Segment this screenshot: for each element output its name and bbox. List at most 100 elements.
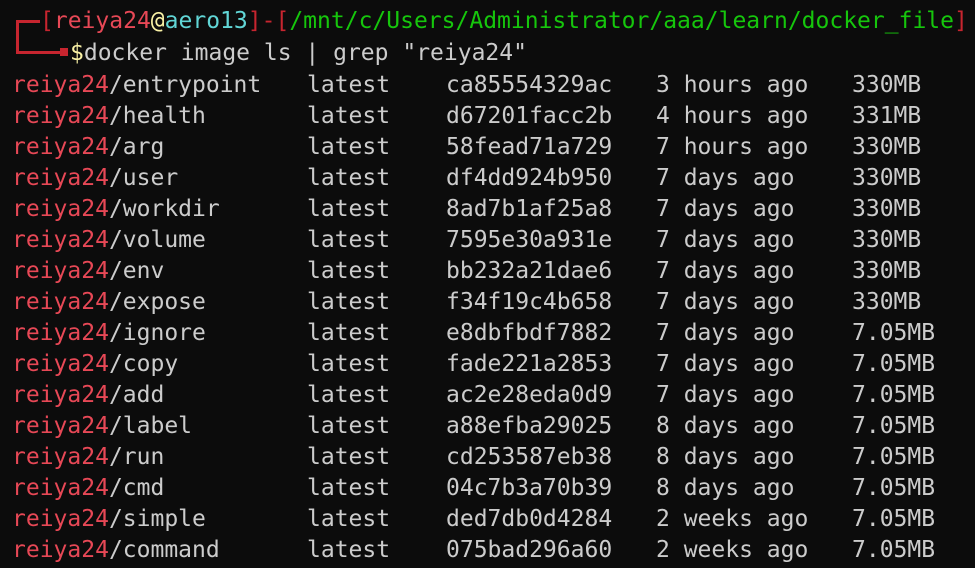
image-created: 2 weeks ago — [656, 537, 809, 563]
image-repo-name: /entrypoint — [108, 72, 262, 98]
command-line[interactable]: $docker image ls | grep "reiya24" — [14, 38, 527, 69]
image-repository: reiya24/volume — [12, 225, 206, 256]
image-size: 330MB — [852, 134, 922, 160]
image-tag: latest — [307, 320, 391, 346]
image-created: 4 hours ago — [656, 103, 809, 129]
image-size: 331MB — [852, 103, 922, 129]
image-repo-name: /ignore — [108, 320, 206, 346]
image-row: reiya24/label latest a88efba29025 8 days ag… — [12, 411, 972, 442]
image-repository: reiya24/user — [12, 163, 178, 194]
prompt-dollar: $ — [70, 40, 84, 66]
image-repo-name: /simple — [108, 506, 206, 532]
image-repo-user: reiya24 — [12, 258, 109, 284]
image-repository: reiya24/copy — [12, 349, 178, 380]
image-repository: reiya24/expose — [12, 287, 206, 318]
image-row: reiya24/env latest bb232a21dae6 7 days ago 3… — [12, 256, 972, 287]
image-repo-user: reiya24 — [12, 134, 109, 160]
image-repo-user: reiya24 — [12, 72, 109, 98]
image-size: 330MB — [852, 165, 922, 191]
terminal-window[interactable]: [reiya24@aero13]-[/mnt/c/Users/Administr… — [0, 0, 975, 568]
image-repository: reiya24/command — [12, 535, 220, 566]
image-repo-user: reiya24 — [12, 506, 109, 532]
image-tag: latest — [307, 258, 391, 284]
image-id: ac2e28eda0d9 — [446, 382, 613, 408]
image-repo-user: reiya24 — [12, 537, 109, 563]
image-id: 7595e30a931e — [446, 227, 613, 253]
image-repo-name: /add — [108, 382, 165, 408]
prompt-dash: - — [261, 8, 276, 34]
image-tag: latest — [307, 444, 391, 470]
image-row: reiya24/ignore latest e8dbfbdf7882 7 days a… — [12, 318, 972, 349]
image-id: df4dd924b950 — [446, 165, 613, 191]
image-repo-name: /copy — [108, 351, 179, 377]
prompt-line: [reiya24@aero13]-[/mnt/c/Users/Administr… — [14, 6, 968, 37]
image-repo-name: /command — [108, 537, 220, 563]
image-repository: reiya24/ignore — [12, 318, 206, 349]
image-created: 8 days ago — [656, 413, 795, 439]
prompt-path-open: [ — [275, 8, 290, 34]
image-repo-user: reiya24 — [12, 444, 109, 470]
image-repo-user: reiya24 — [12, 382, 109, 408]
image-size: 330MB — [852, 289, 922, 315]
image-created: 7 days ago — [656, 351, 795, 377]
image-repo-user: reiya24 — [12, 289, 109, 315]
image-size: 7.05MB — [852, 320, 936, 346]
image-repo-user: reiya24 — [12, 413, 109, 439]
image-tag: latest — [307, 134, 391, 160]
command-text: docker image ls | grep "reiya24" — [83, 40, 527, 66]
image-size: 7.05MB — [852, 413, 936, 439]
image-created: 7 days ago — [656, 289, 795, 315]
image-tag: latest — [307, 196, 391, 222]
image-id: ded7db0d4284 — [446, 506, 613, 532]
image-repository: reiya24/add — [12, 380, 164, 411]
image-row: reiya24/expose latest f34f19c4b658 7 days a… — [12, 287, 972, 318]
image-size: 330MB — [852, 196, 922, 222]
image-repo-name: /health — [108, 103, 206, 129]
image-repo-name: /workdir — [108, 196, 220, 222]
prompt-host: aero13 — [164, 8, 248, 34]
image-size: 7.05MB — [852, 351, 936, 377]
image-repository: reiya24/run — [12, 442, 164, 473]
image-row: reiya24/simple latest ded7db0d4284 2 weeks … — [12, 504, 972, 535]
image-id: d67201facc2b — [446, 103, 613, 129]
image-repo-user: reiya24 — [12, 227, 109, 253]
image-repo-name: /user — [108, 165, 179, 191]
image-id: e8dbfbdf7882 — [446, 320, 613, 346]
prompt-path: /mnt/c/Users/Administrator/aaa/learn/doc… — [289, 8, 954, 34]
image-repo-name: /label — [108, 413, 193, 439]
image-row: reiya24/command latest 075bad296a60 2 weeks… — [12, 535, 972, 566]
image-id: cd253587eb38 — [446, 444, 613, 470]
image-id: 58fead71a729 — [446, 134, 613, 160]
image-tag: latest — [307, 506, 391, 532]
image-created: 8 days ago — [656, 444, 795, 470]
image-size: 330MB — [852, 258, 922, 284]
image-row: reiya24/copy latest fade221a2853 7 days ago… — [12, 349, 972, 380]
image-created: 2 weeks ago — [656, 506, 809, 532]
image-size: 330MB — [852, 227, 922, 253]
image-repo-name: /volume — [108, 227, 206, 253]
prompt-close-bracket: ] — [247, 8, 262, 34]
image-created: 7 days ago — [656, 258, 795, 284]
prompt-user: reiya24 — [53, 8, 151, 34]
image-created: 3 hours ago — [656, 72, 809, 98]
image-row: reiya24/cmd latest 04c7b3a70b39 8 days ago 7… — [12, 473, 972, 504]
image-size: 7.05MB — [852, 475, 936, 501]
image-repo-name: /arg — [108, 134, 165, 160]
image-created: 7 days ago — [656, 382, 795, 408]
image-repository: reiya24/entrypoint — [12, 70, 261, 101]
image-id: 04c7b3a70b39 — [446, 475, 613, 501]
image-repository: reiya24/health — [12, 101, 206, 132]
image-repo-user: reiya24 — [12, 165, 109, 191]
image-tag: latest — [307, 351, 391, 377]
image-repository: reiya24/arg — [12, 132, 164, 163]
image-repository: reiya24/simple — [12, 504, 206, 535]
image-tag: latest — [307, 289, 391, 315]
image-repository: reiya24/env — [12, 256, 164, 287]
image-repo-user: reiya24 — [12, 320, 109, 346]
image-row: reiya24/add latest ac2e28eda0d9 7 days ago 7… — [12, 380, 972, 411]
image-tag: latest — [307, 382, 391, 408]
image-tag: latest — [307, 413, 391, 439]
image-tag: latest — [307, 475, 391, 501]
image-repo-name: /cmd — [108, 475, 165, 501]
image-size: 7.05MB — [852, 444, 936, 470]
